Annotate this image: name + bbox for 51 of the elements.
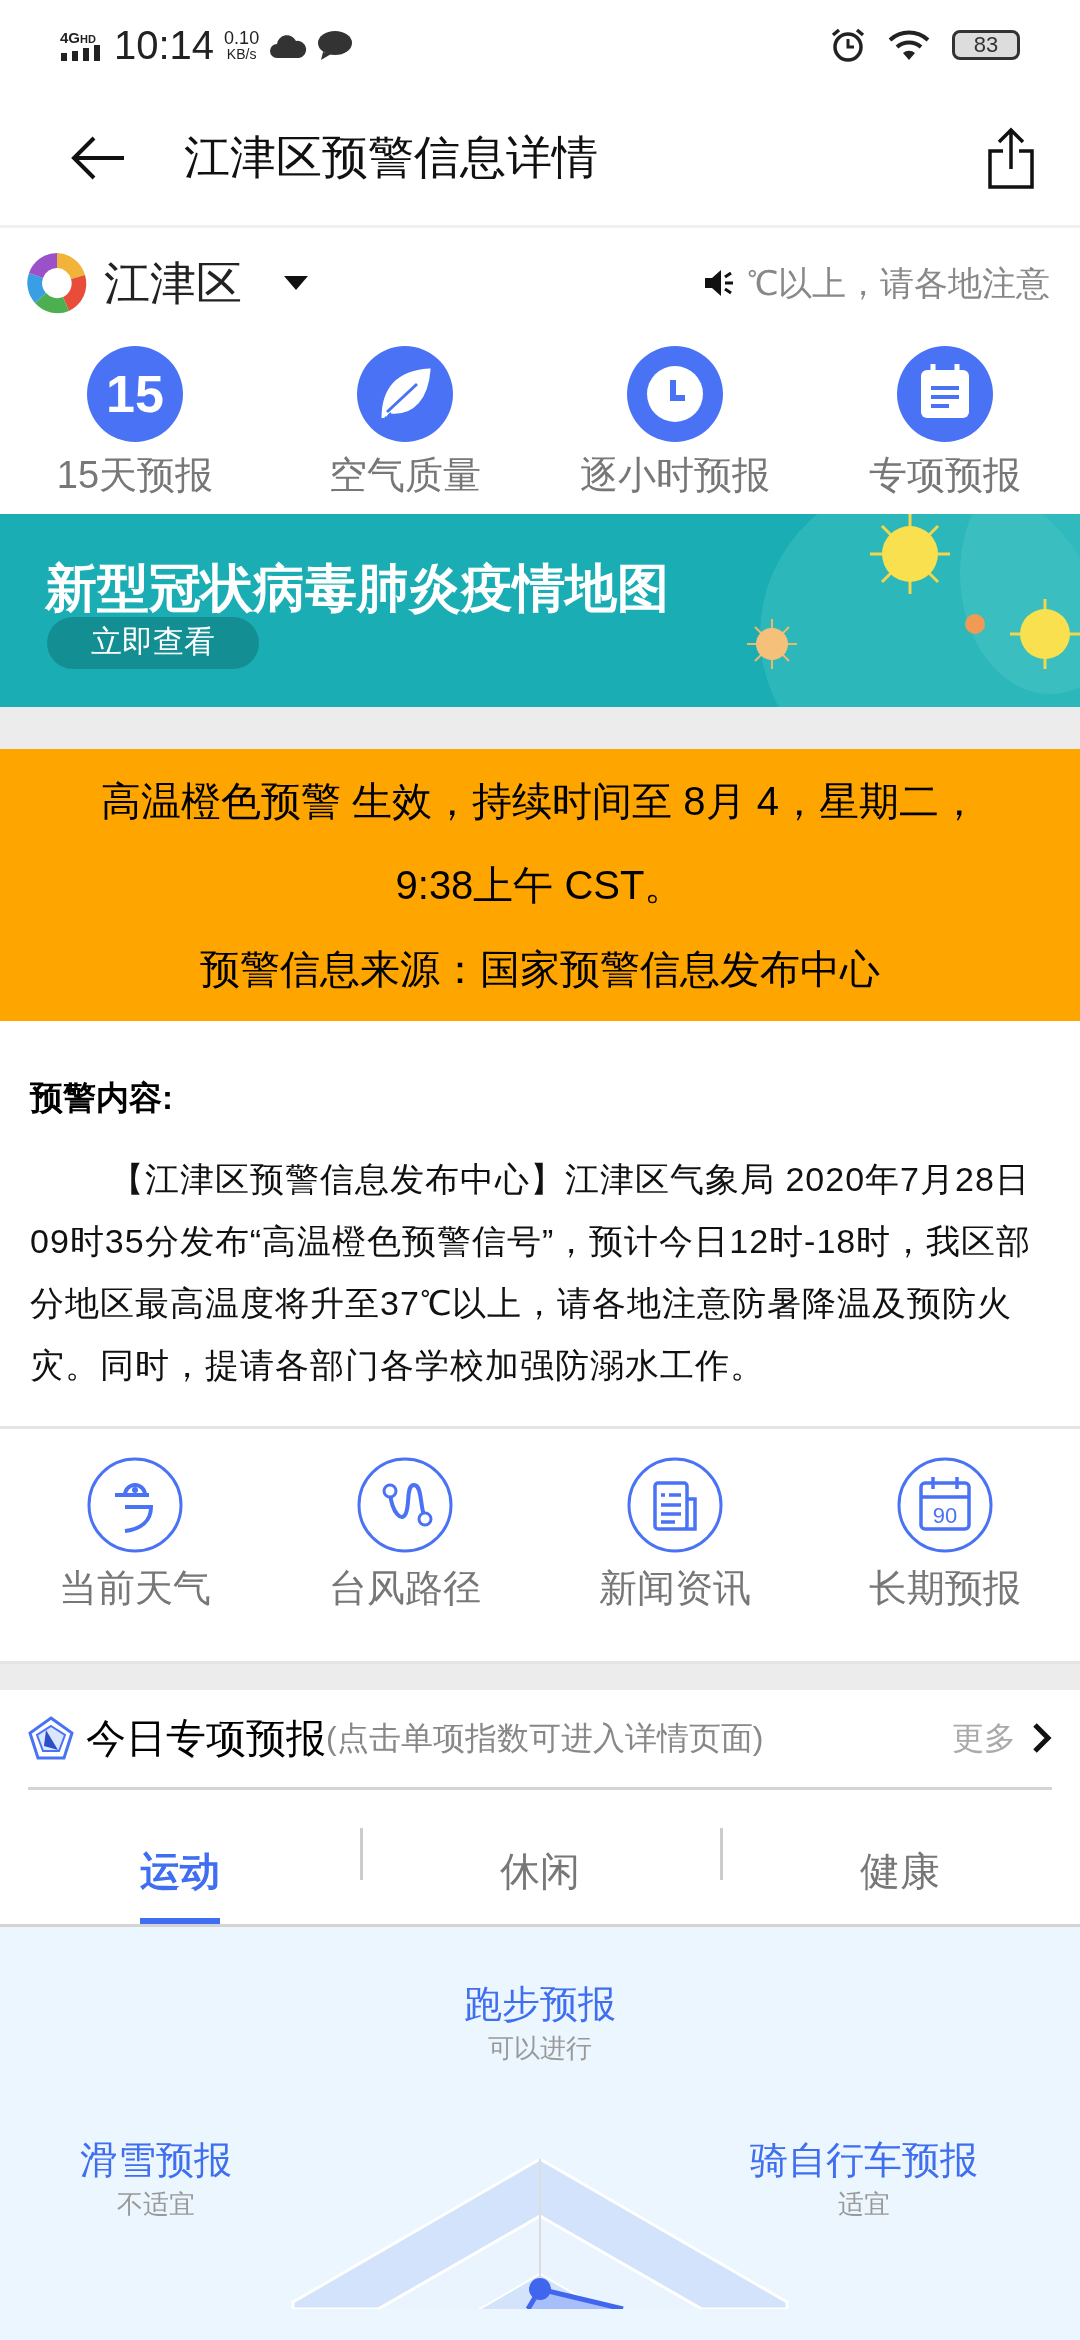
banner-title: 新型冠状病毒肺炎疫情地图 xyxy=(45,557,669,619)
wifi-icon xyxy=(888,29,930,61)
view-now-button[interactable]: 立即查看 xyxy=(47,616,259,669)
calendar-number-icon[interactable]: 15 xyxy=(87,346,183,442)
notepad-icon[interactable] xyxy=(897,346,993,442)
calendar-icon[interactable]: 90 xyxy=(897,1457,993,1553)
index-name[interactable]: 骑自行车预报 xyxy=(750,2136,978,2184)
category-tab[interactable]: 健康 xyxy=(860,1817,940,1924)
pentagon-icon xyxy=(28,1716,74,1760)
network-type: 4G xyxy=(60,29,80,45)
alert-content: 【江津区预警信息发布中心】江津区气象局 2020年7月28日09时35分发布“高温橙色预警信号”，预计今日12时-18时，我区部分地区最高温度将升至37℃以上，请各地注意防暑降温及预防火灾。同时，提请各部门各学校加强防溺水工作。 xyxy=(30,1159,1033,1386)
network-hd-label: HD xyxy=(80,33,96,45)
index-rating: 适宜 xyxy=(838,2188,890,2221)
quick-link-label[interactable]: 空气质量 xyxy=(329,452,481,500)
section-title: 今日专项预报 xyxy=(86,1715,326,1762)
index-rating: 不适宜 xyxy=(117,2188,195,2221)
feature-label[interactable]: 台风路径 xyxy=(329,1565,481,1613)
index-name[interactable]: 滑雪预报 xyxy=(80,2136,232,2184)
route-icon[interactable] xyxy=(357,1457,453,1553)
feature-label[interactable]: 当前天气 xyxy=(59,1565,211,1613)
index-name[interactable]: 跑步预报 xyxy=(464,1980,616,2028)
network-speed: 0.10 xyxy=(224,29,260,47)
battery-icon: 83 xyxy=(952,30,1020,60)
sun-horizon-icon[interactable] xyxy=(87,1457,183,1553)
back-button[interactable] xyxy=(70,135,126,180)
share-button[interactable] xyxy=(987,126,1035,189)
newspaper-icon[interactable] xyxy=(627,1457,723,1553)
ticker-text: ℃以上，请各地注意 xyxy=(747,262,1050,304)
dropdown-caret-icon[interactable] xyxy=(284,276,308,290)
feature-label[interactable]: 长期预报 xyxy=(869,1565,1021,1613)
leaf-icon[interactable] xyxy=(357,346,453,442)
location-selector[interactable]: 江津区 xyxy=(104,260,242,306)
feature-label[interactable]: 新闻资讯 xyxy=(599,1565,751,1613)
quick-link-label[interactable]: 专项预报 xyxy=(869,452,1021,500)
section-hint: (点击单项指数可进入详情页面) xyxy=(326,1719,764,1758)
category-tab[interactable]: 休闲 xyxy=(500,1817,580,1924)
index-rating: 可以进行 xyxy=(488,2032,592,2065)
clock-icon[interactable] xyxy=(627,346,723,442)
chat-bubble-icon xyxy=(317,30,354,60)
alert-message: 高温橙色预警 生效，持续时间至 8月 4，星期二，9:38上午 CST。 xyxy=(100,777,980,909)
quick-link-label[interactable]: 15天预报 xyxy=(56,452,214,500)
page-title: 江津区预警信息详情 xyxy=(184,130,599,185)
quick-link-label[interactable]: 逐小时预报 xyxy=(580,452,770,500)
content-heading: 预警内容: xyxy=(30,1077,174,1118)
clock: 10:14 xyxy=(114,25,215,65)
speaker-icon xyxy=(703,269,735,297)
chevron-right-icon[interactable] xyxy=(1032,1722,1052,1754)
more-link[interactable]: 更多 xyxy=(952,1714,1016,1762)
speed-unit: KB/s xyxy=(226,47,257,61)
alert-source: 预警信息来源：国家预警信息发布中心 xyxy=(199,945,881,993)
alarm-icon xyxy=(830,27,866,63)
